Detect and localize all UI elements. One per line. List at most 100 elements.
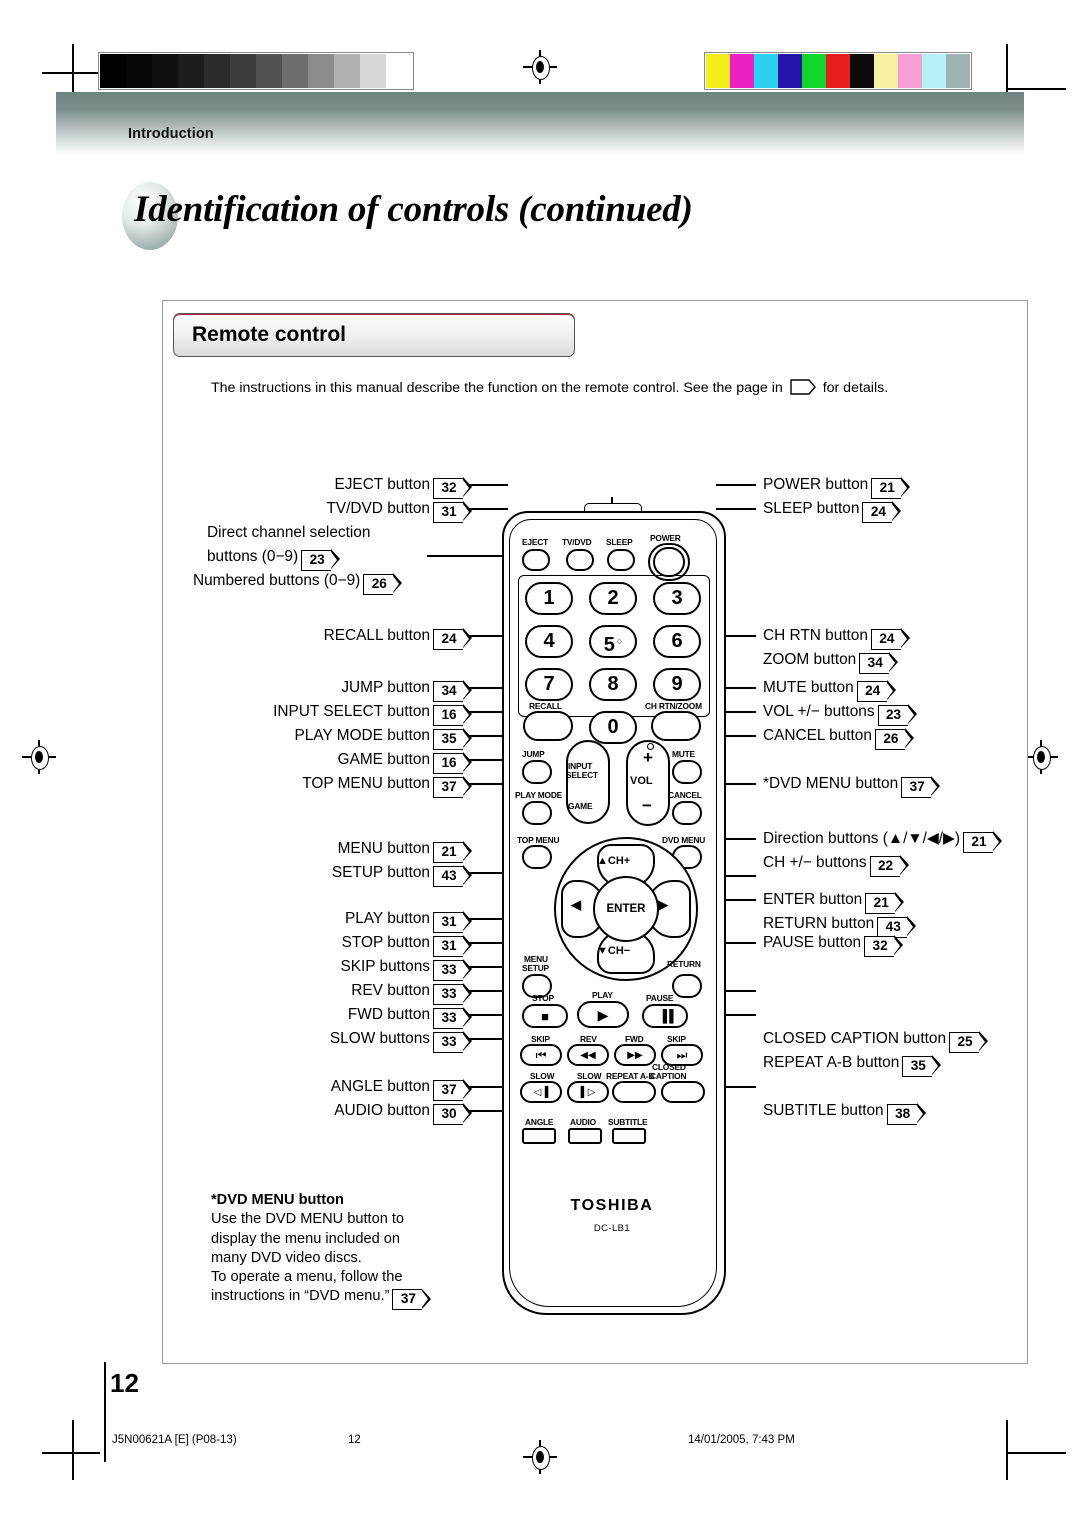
footnote-line-4: To operate a menu, follow the [211, 1269, 403, 1285]
key-4[interactable]: 4 [525, 625, 573, 658]
remote-control-diagram: EJECT TV/DVD SLEEP POWER 1 2 3 4 5 ○ 6 7 … [502, 497, 726, 1317]
top-menu-button[interactable] [522, 845, 552, 869]
callout-label: SLEEP button [763, 500, 860, 517]
power-button[interactable] [653, 547, 685, 577]
ch-minus-label: ▼CH− [597, 945, 631, 957]
callout-stop: STOP button 31 [163, 933, 472, 957]
cancel-button[interactable] [672, 801, 702, 825]
callout-play: PLAY button 31 [163, 909, 472, 933]
callout-label: SKIP buttons [340, 958, 430, 975]
callout-label: *DVD MENU button [763, 775, 899, 792]
color-patch [898, 54, 922, 88]
grayscale-patch [178, 54, 204, 88]
page-ref-badge: 21 [871, 477, 911, 499]
callout-input-select: INPUT SELECT button 16 [163, 702, 472, 726]
page-ref-badge: 35 [433, 728, 472, 750]
closed-caption-button[interactable] [661, 1081, 705, 1103]
return-button[interactable] [672, 974, 702, 998]
registration-mark-right [1024, 740, 1058, 774]
page-ref-badge: 37 [433, 1079, 472, 1101]
grayscale-patch [360, 54, 386, 88]
eject-button[interactable] [522, 549, 550, 571]
play-button[interactable]: ▶ [577, 1001, 629, 1028]
crop-mark-tl-h [42, 72, 100, 74]
color-patch [754, 54, 778, 88]
skip-next-caption: SKIP [667, 1034, 686, 1044]
rev-button[interactable]: ◀◀ [567, 1044, 609, 1066]
direction-pad: ENTER ▲CH+ ▼CH− ◀ ▶ [554, 837, 698, 981]
callout-audio: AUDIO button 30 [163, 1101, 472, 1125]
leader-line [716, 508, 756, 510]
callout-label: buttons (0−9) [207, 548, 299, 565]
volume-down-button[interactable]: − [642, 797, 652, 814]
volume-up-button[interactable]: + [643, 749, 653, 766]
page-ref-badge: 21 [865, 892, 905, 914]
key-9[interactable]: 9 [653, 668, 701, 701]
mute-button[interactable] [672, 760, 702, 784]
callout-label: RETURN button [763, 915, 875, 932]
color-patch [802, 54, 826, 88]
page-ref-badge: 21 [962, 831, 1002, 853]
footnote-line-1: Use the DVD MENU button to [211, 1211, 405, 1228]
callout-label: AUDIO button [334, 1102, 430, 1119]
slow-fwd-button[interactable]: ▌▷ [567, 1081, 609, 1103]
key-2[interactable]: 2 [589, 582, 637, 615]
slow-rev-button[interactable]: ◁▐ [520, 1081, 562, 1103]
key-7[interactable]: 7 [525, 668, 573, 701]
repeat-ab-button[interactable] [612, 1081, 656, 1103]
content-panel: Remote control The instructions in this … [162, 300, 1028, 1364]
vol-caption: VOL [630, 775, 653, 787]
return-caption: RETURN [667, 959, 701, 969]
pause-caption: PAUSE [646, 993, 674, 1003]
grayscale-patch [334, 54, 360, 88]
fwd-button[interactable]: ▶▶ [614, 1044, 656, 1066]
eject-caption: EJECT [522, 537, 548, 547]
color-patch [874, 54, 898, 88]
jump-button[interactable] [522, 760, 552, 784]
page-number: 12 [110, 1368, 139, 1398]
callout-label: CH RTN button [763, 627, 868, 644]
callout-label: TV/DVD button [326, 500, 430, 517]
key-5[interactable]: 5 ○ [589, 625, 637, 658]
skip-prev-button[interactable]: ⏮ [520, 1044, 562, 1066]
grayscale-patch [126, 54, 152, 88]
sleep-caption: SLEEP [606, 537, 633, 547]
crop-mark-br-v [1006, 1420, 1008, 1480]
recall-caption: RECALL [529, 701, 562, 711]
ch-rtn-zoom-button[interactable] [651, 711, 701, 741]
page-ref-badge: 16 [433, 752, 472, 774]
page-title: Identification of controls (continued) [122, 182, 693, 250]
callout-label: MUTE button [763, 679, 854, 696]
callout-ch-plus-minus: CH +/− buttons 22 [763, 853, 909, 877]
leader-line [427, 555, 508, 557]
key-1[interactable]: 1 [525, 582, 573, 615]
closed-caption-caption-2: CAPTION [650, 1071, 687, 1081]
enter-button[interactable]: ENTER [593, 876, 659, 942]
callout-label: TOP MENU button [302, 775, 430, 792]
subtitle-button[interactable] [612, 1128, 646, 1144]
pause-button[interactable]: ▐▐ [642, 1004, 688, 1028]
callout-label: INPUT SELECT button [273, 703, 430, 720]
callout-eject: EJECT button 32 [163, 475, 472, 499]
key-3[interactable]: 3 [653, 582, 701, 615]
section-label: Introduction [128, 126, 214, 142]
audio-button[interactable] [568, 1128, 602, 1144]
grayscale-patch [230, 54, 256, 88]
key-6[interactable]: 6 [653, 625, 701, 658]
sleep-button[interactable] [607, 549, 635, 571]
page-ref-badge: 35 [902, 1055, 942, 1077]
callout-label: Direction buttons (▲/▼/◀/▶) [763, 830, 960, 847]
recall-button[interactable] [523, 711, 573, 741]
grayscale-calibration-strip [98, 52, 414, 90]
callout-vol: VOL +/− buttons 23 [763, 702, 917, 726]
page-ref-badge: 34 [433, 680, 472, 702]
page-ref-badge: 30 [433, 1103, 472, 1125]
key-0[interactable]: 0 [589, 711, 637, 744]
angle-button[interactable] [522, 1128, 556, 1144]
key-8[interactable]: 8 [589, 668, 637, 701]
tvdvd-button[interactable] [566, 549, 594, 571]
stop-button[interactable]: ■ [522, 1004, 568, 1028]
play-mode-button[interactable] [522, 801, 552, 825]
callout-label: ANGLE button [330, 1078, 430, 1095]
fwd-caption: FWD [625, 1034, 644, 1044]
